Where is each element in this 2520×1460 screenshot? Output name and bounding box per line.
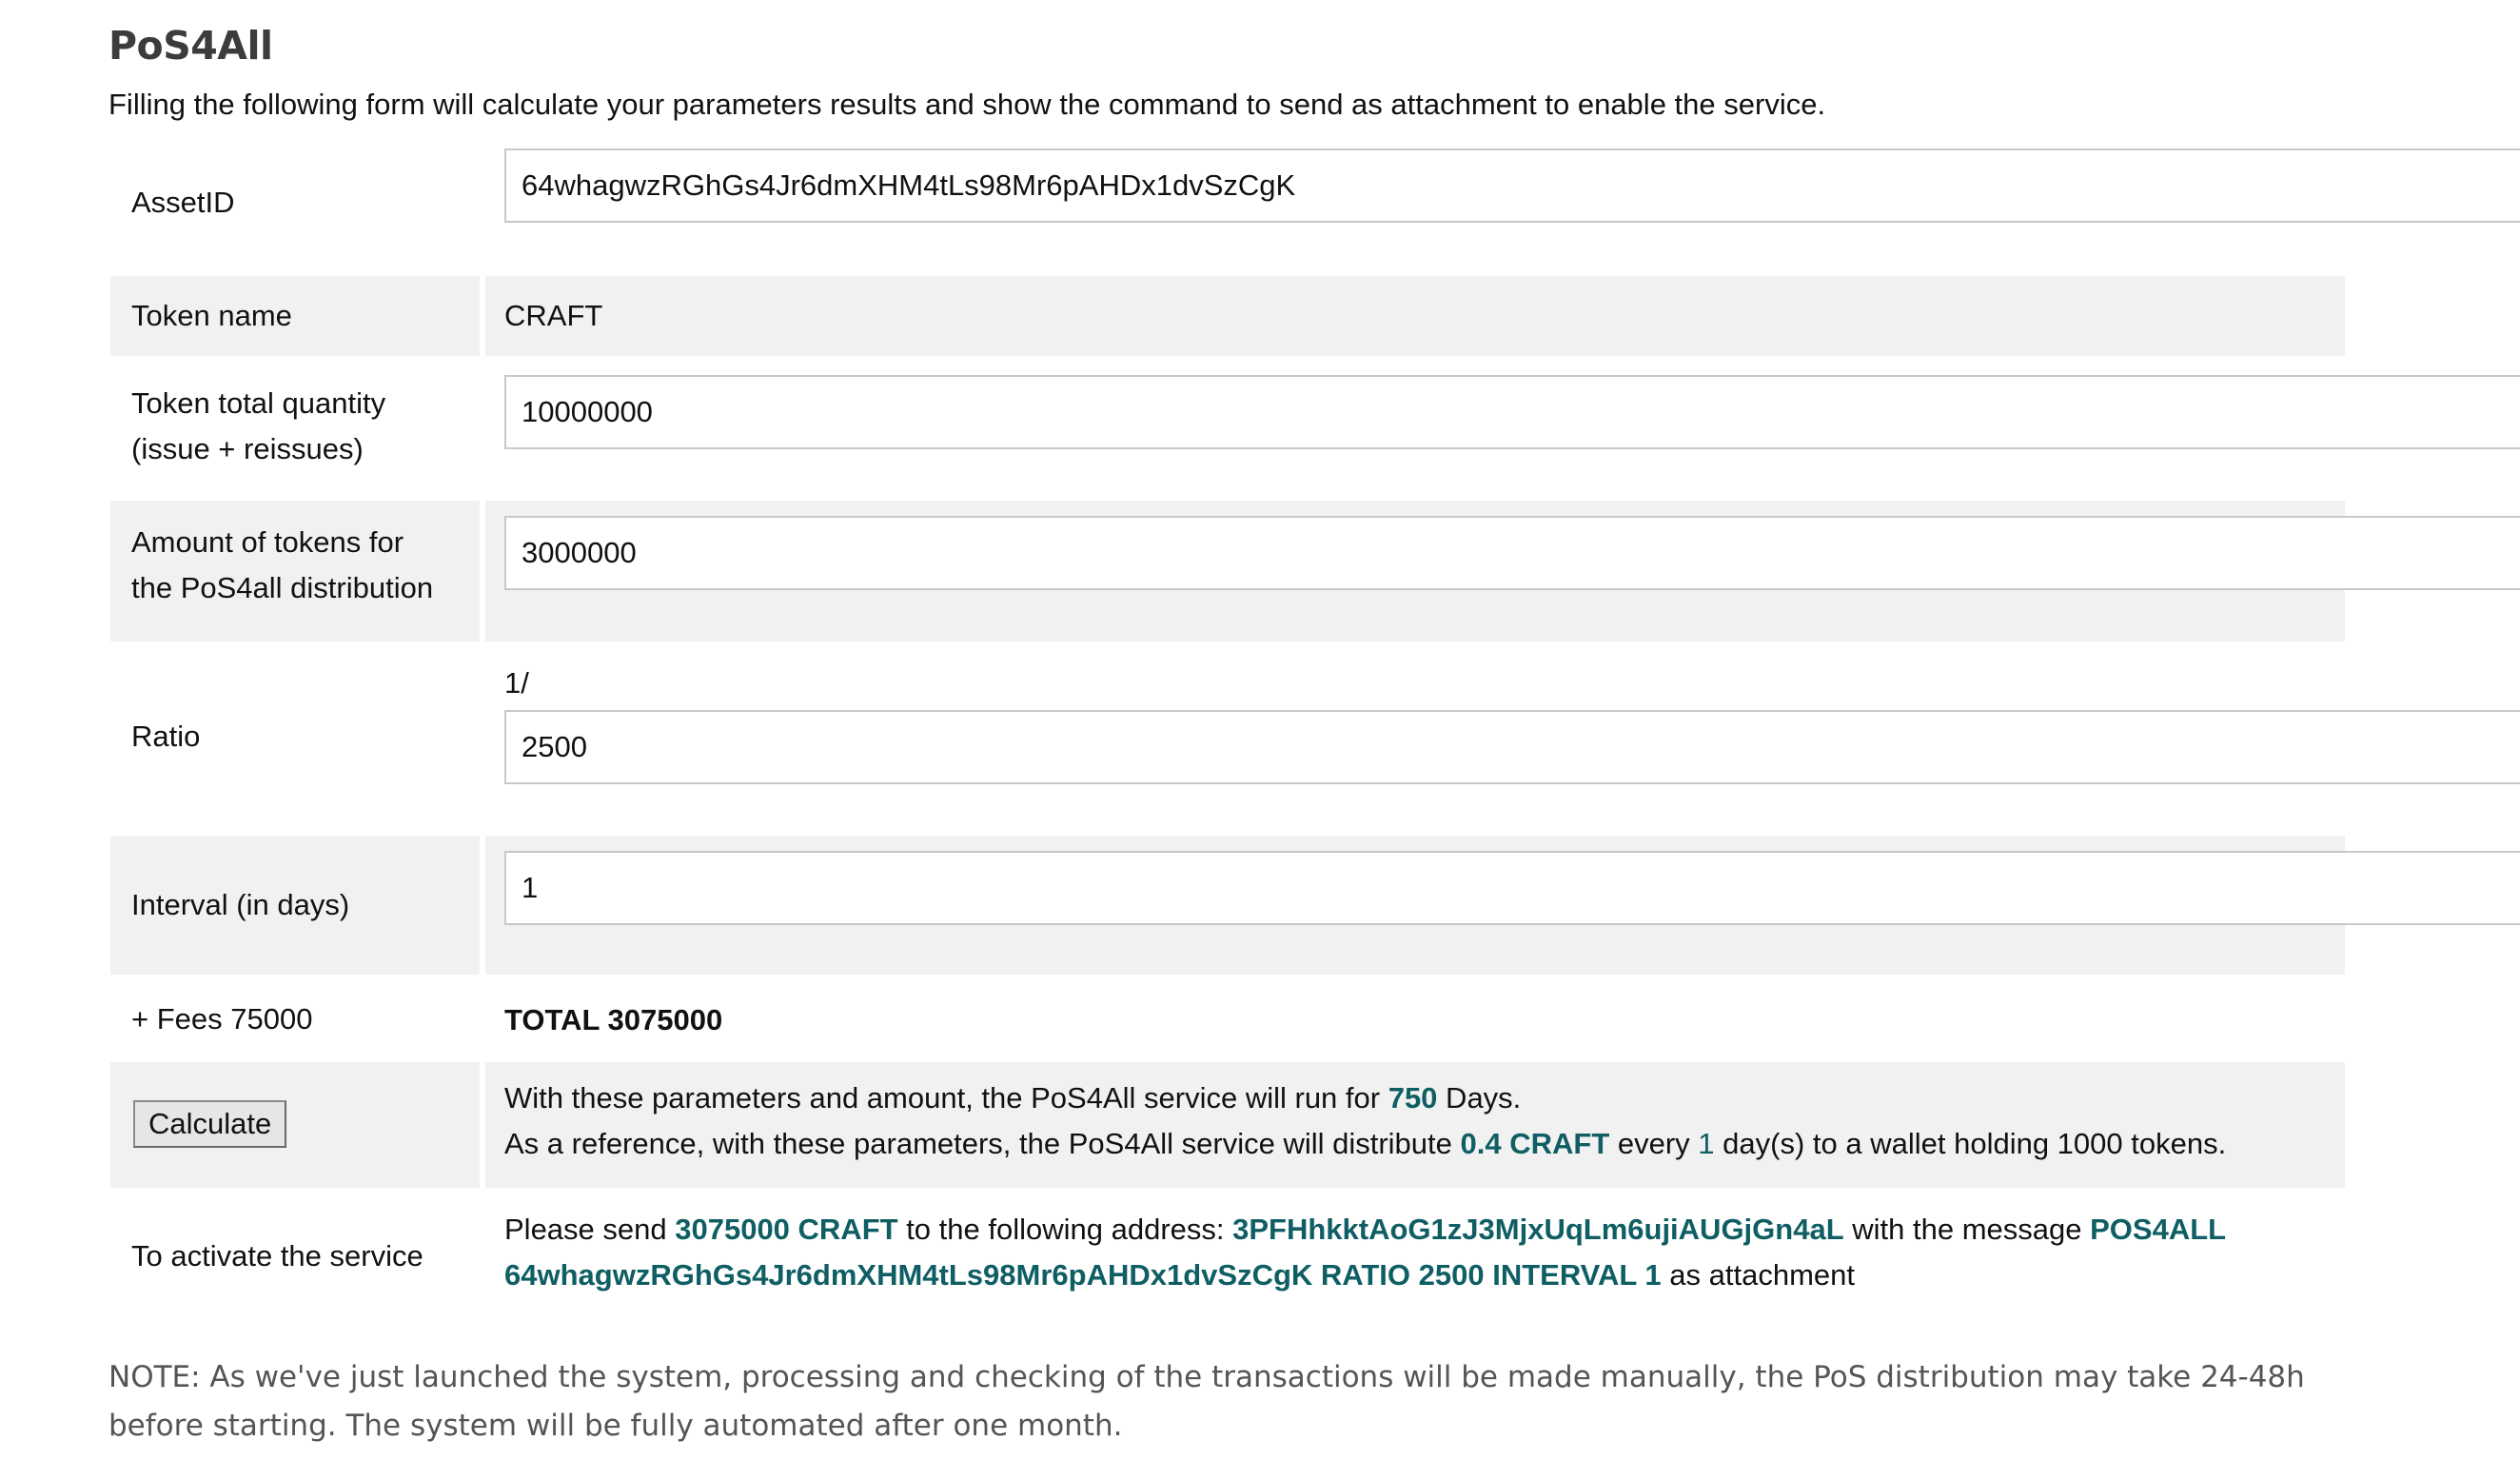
ratio-input[interactable] [504, 710, 2520, 784]
calculate-row: Calculate With these parameters and amou… [110, 1062, 2345, 1188]
fees-label: + Fees 75000 [131, 1002, 313, 1036]
intro-text: Filling the following form will calculat… [108, 88, 1826, 121]
token-name-label: Token name [110, 276, 480, 356]
total-quantity-row: Token total quantity (issue + reissues) [110, 364, 2520, 491]
ratio-label: Ratio [131, 720, 201, 753]
total-value: TOTAL 3075000 [504, 1003, 723, 1036]
token-name-value: CRAFT [504, 299, 603, 332]
total-quantity-label: Token total quantity (issue + reissues) [131, 386, 386, 465]
send-amount: 3075000 CRAFT [675, 1213, 898, 1246]
activate-instructions-line2: 64whagwzRGhGs4Jr6dmXHM4tLs98Mr6pAHDx1dvS… [504, 1258, 1855, 1292]
distribution-interval-value: 1 [1698, 1127, 1715, 1160]
activate-instructions-line1: Please send 3075000 CRAFT to the followi… [504, 1213, 2227, 1246]
distribution-amount-label: Amount of tokens for the PoS4all distrib… [110, 501, 480, 641]
run-days-value: 750 [1388, 1081, 1438, 1115]
activate-row: To activate the service Please send 3075… [110, 1195, 2345, 1317]
interval-label: Interval (in days) [110, 836, 480, 975]
interval-input[interactable] [504, 851, 2520, 925]
ratio-prefix: 1/ [504, 666, 529, 700]
message-prefix: POS4ALL [2090, 1213, 2227, 1246]
page-title: PoS4All [108, 23, 273, 69]
message-body: 64whagwzRGhGs4Jr6dmXHM4tLs98Mr6pAHDx1dvS… [504, 1258, 1662, 1292]
run-duration-text: With these parameters and amount, the Po… [504, 1081, 1522, 1115]
distribution-amount-row: Amount of tokens for the PoS4all distrib… [110, 501, 2520, 641]
asset-id-input[interactable] [504, 148, 2520, 223]
ratio-row: Ratio 1/ [110, 647, 2520, 826]
asset-id-row: AssetID [110, 143, 2520, 263]
interval-row: Interval (in days) [110, 836, 2520, 975]
distribution-amount-input[interactable] [504, 516, 2520, 590]
distribution-amount-value: 0.4 CRAFT [1460, 1127, 1610, 1160]
total-quantity-input[interactable] [504, 375, 2520, 449]
send-address: 3PFHhkktAoG1zJ3MjxUqLm6ujiAUGjGn4aL [1232, 1213, 1844, 1246]
asset-id-label: AssetID [131, 186, 235, 219]
fees-row: + Fees 75000 TOTAL 3075000 [110, 980, 2345, 1058]
calculate-button[interactable]: Calculate [133, 1100, 287, 1148]
token-name-row: Token name CRAFT [110, 276, 2345, 356]
launch-note: NOTE: As we've just launched the system,… [108, 1360, 2305, 1443]
activate-label: To activate the service [131, 1239, 423, 1273]
distribution-reference-text: As a reference, with these parameters, t… [504, 1127, 2227, 1160]
